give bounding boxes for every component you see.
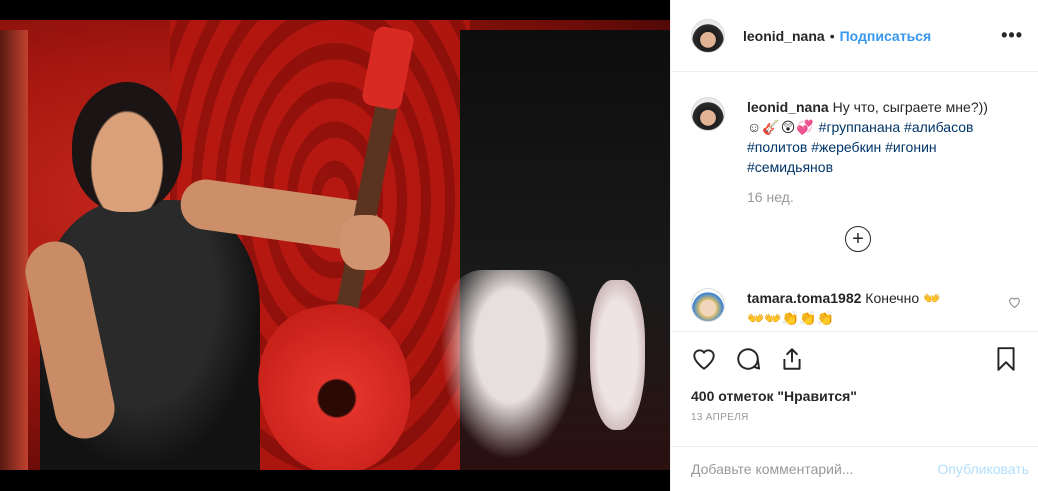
- post-photo[interactable]: [0, 0, 670, 491]
- photo-letterbox-top: [0, 0, 670, 20]
- caption-username[interactable]: leonid_nana: [747, 99, 829, 115]
- heart-icon[interactable]: [691, 346, 717, 372]
- white-deer-sculpture: [440, 270, 580, 460]
- header-separator: •: [829, 27, 835, 44]
- man-head: [72, 82, 182, 212]
- author-avatar[interactable]: [691, 18, 725, 53]
- post-sidebar: leonid_nana • Подписаться ••• leonid_nan…: [670, 0, 1038, 491]
- comment-body: Конечно: [865, 290, 920, 306]
- comment-icon[interactable]: [735, 346, 761, 372]
- hashtags-line-3[interactable]: #семидьянов: [747, 159, 833, 175]
- post-actions: 400 отметок "Нравится" 13 апреля: [671, 331, 1038, 456]
- add-comment-bar: Опубликовать: [671, 446, 1038, 491]
- comment-text: tamara.toma1982 Конечно 👐 👐👐👏👏👏: [747, 288, 982, 328]
- commenter-avatar[interactable]: [691, 288, 725, 322]
- comment-input[interactable]: [691, 461, 911, 477]
- follow-button[interactable]: Подписаться: [840, 28, 932, 44]
- door-frame: [0, 30, 28, 470]
- comment-emoji-1: 👐: [923, 290, 941, 306]
- more-options-icon[interactable]: •••: [1001, 25, 1023, 46]
- caption-text: leonid_nana Ну что, сыграете мне?)) ☺🎸😲💞…: [747, 97, 1017, 177]
- author-username[interactable]: leonid_nana: [743, 28, 825, 44]
- man-hand: [340, 215, 390, 270]
- share-icon[interactable]: [779, 346, 805, 372]
- photo-scene: [0, 20, 670, 470]
- bookmark-icon[interactable]: [993, 346, 1019, 372]
- publish-button[interactable]: Опубликовать: [937, 461, 1029, 477]
- caption-author-avatar[interactable]: [691, 97, 725, 131]
- white-vase-sculpture: [590, 280, 645, 430]
- hashtags-line-1[interactable]: #группанана #алибасов: [819, 119, 974, 135]
- small-heart-svg: [1009, 297, 1020, 309]
- caption-body: Ну что, сыграете мне?)): [832, 99, 988, 115]
- comment-item: tamara.toma1982 Конечно 👐 👐👐👏👏👏: [691, 288, 1021, 328]
- caption: leonid_nana Ну что, сыграете мне?)) ☺🎸😲💞…: [691, 97, 1019, 177]
- action-icons: [691, 346, 1019, 372]
- post-header: leonid_nana • Подписаться •••: [671, 0, 1038, 72]
- comment-emoji-2: 👐👐👏👏👏: [747, 310, 835, 326]
- photo-letterbox-bottom: [0, 470, 670, 491]
- caption-emoji: ☺🎸😲💞: [747, 119, 815, 135]
- post-date[interactable]: 13 апреля: [691, 412, 1019, 423]
- likes-count[interactable]: 400 отметок "Нравится": [691, 388, 1019, 404]
- comments-section: leonid_nana Ну что, сыграете мне?)) ☺🎸😲💞…: [671, 73, 1038, 331]
- hashtags-line-2[interactable]: #политов #жеребкин #игонин: [747, 139, 937, 155]
- caption-timestamp[interactable]: 16 нед.: [747, 189, 1019, 205]
- commenter-username[interactable]: tamara.toma1982: [747, 290, 861, 306]
- plus-circle-icon[interactable]: +: [845, 226, 871, 252]
- small-heart-icon[interactable]: [1008, 296, 1021, 328]
